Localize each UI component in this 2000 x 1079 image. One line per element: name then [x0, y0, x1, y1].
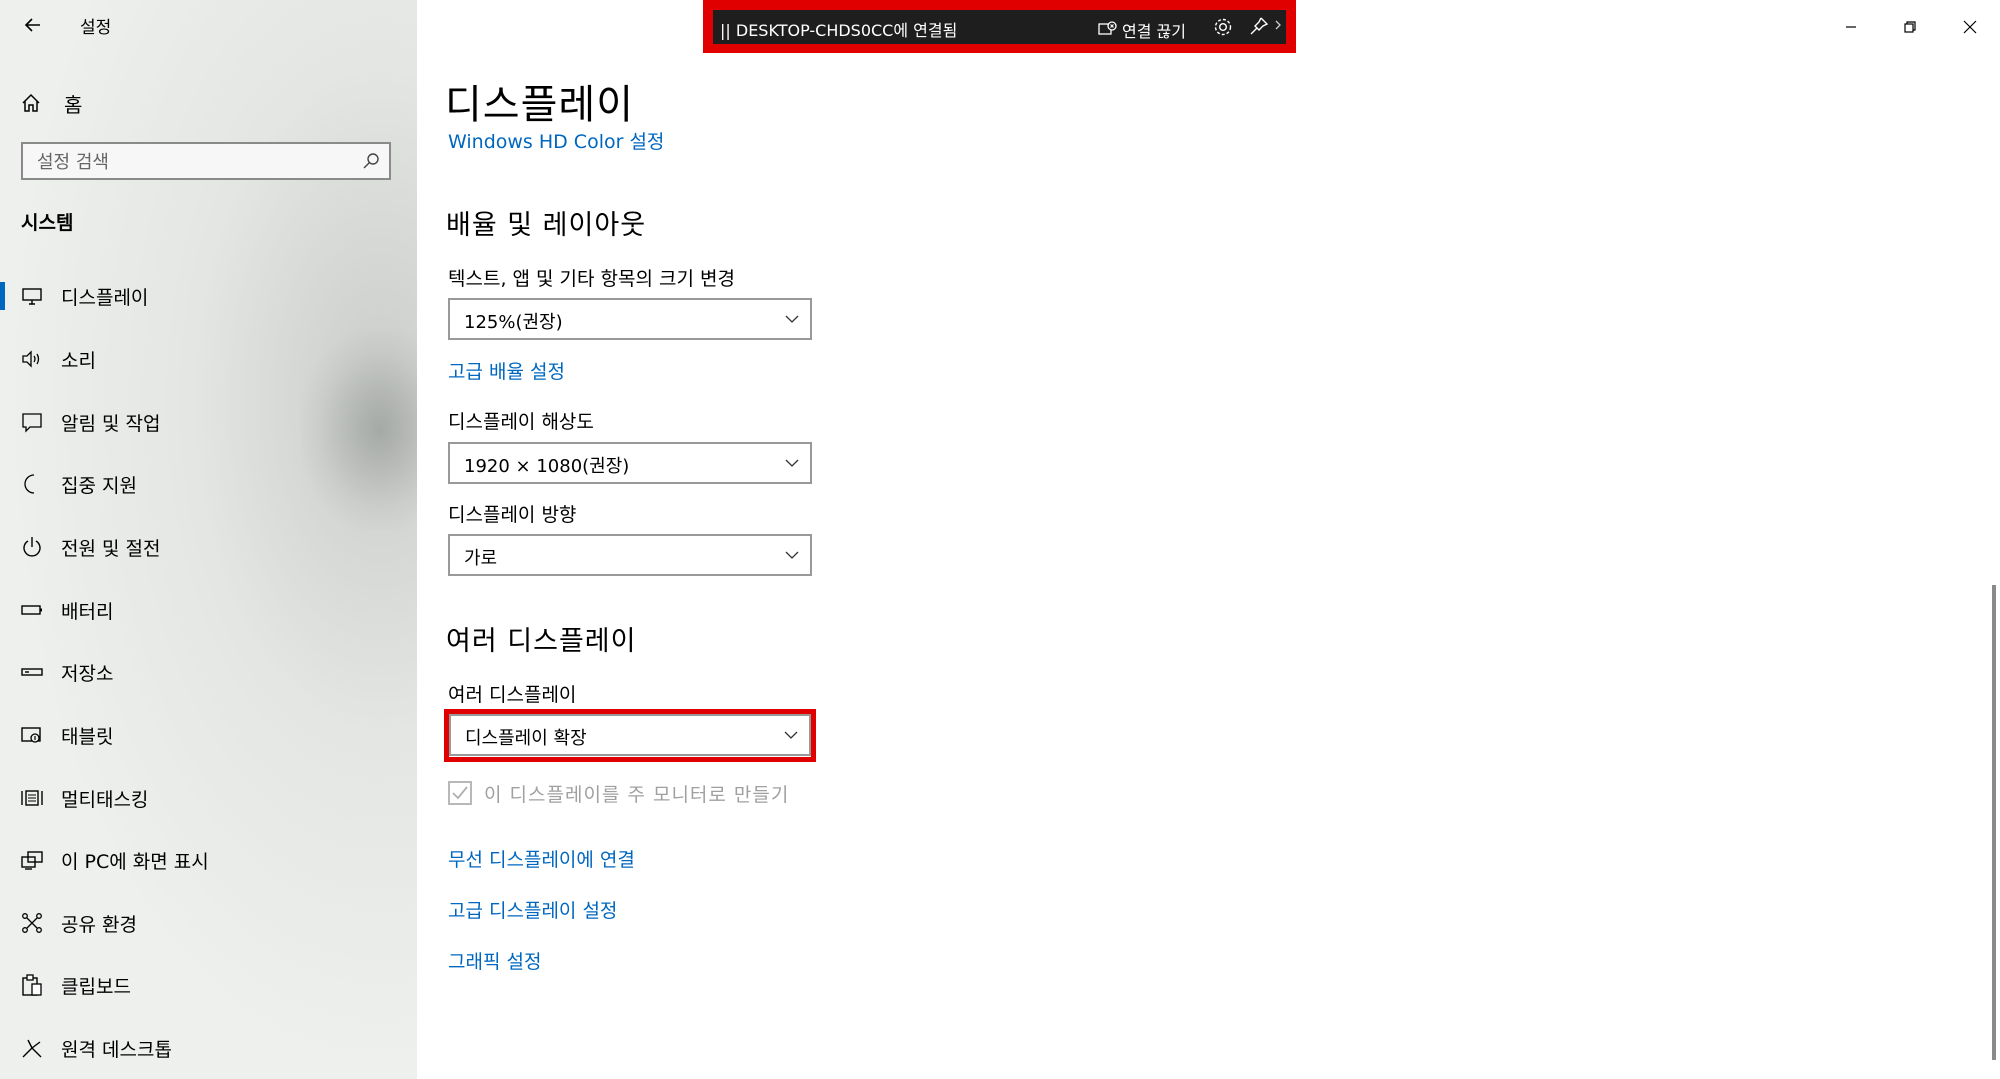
multitasking-icon — [21, 790, 43, 806]
sidebar-item-storage[interactable]: 저장소 — [0, 648, 417, 696]
orientation-value: 가로 — [464, 548, 498, 569]
scale-dropdown[interactable]: 125%(권장) — [448, 298, 812, 340]
remote-desktop-icon — [22, 1039, 42, 1058]
scale-value: 125%(권장) — [464, 312, 563, 333]
hd-color-link[interactable]: Windows HD Color 설정 — [448, 127, 664, 154]
advanced-display-link[interactable]: 고급 디스플레이 설정 — [448, 896, 617, 923]
sidebar: 설정 홈 시스템 디스플레이 소리 알림 및 작업 — [0, 0, 417, 1079]
checkmark-icon — [452, 786, 468, 800]
multiple-displays-value: 디스플레이 확장 — [465, 728, 587, 749]
page-title: 디스플레이 — [445, 82, 634, 128]
sidebar-item-shared-experiences[interactable]: 공유 환경 — [0, 899, 417, 947]
sidebar-item-label: 소리 — [61, 350, 96, 372]
storage-icon — [21, 668, 43, 676]
sidebar-item-power[interactable]: 전원 및 절전 — [0, 523, 417, 571]
scale-layout-heading: 배율 및 레이아웃 — [446, 210, 647, 241]
chevron-down-icon — [784, 731, 798, 739]
resolution-dropdown[interactable]: 1920 × 1080(권장) — [448, 442, 812, 484]
back-button[interactable] — [18, 10, 48, 40]
sidebar-item-multitasking[interactable]: 멀티태스킹 — [0, 774, 417, 822]
chevron-down-icon — [785, 315, 799, 323]
section-title: 시스템 — [21, 212, 74, 234]
chevron-down-icon — [785, 459, 799, 467]
project-icon — [21, 851, 43, 870]
power-icon — [23, 537, 41, 557]
shared-experiences-icon — [22, 913, 42, 933]
sidebar-item-label: 전원 및 절전 — [61, 538, 161, 560]
sidebar-item-remote-desktop[interactable]: 원격 데스크톱 — [0, 1024, 417, 1072]
search-icon — [363, 153, 379, 169]
search-input[interactable] — [23, 144, 359, 180]
orientation-label: 디스플레이 방향 — [448, 504, 577, 526]
sidebar-item-label: 알림 및 작업 — [61, 413, 161, 435]
graphics-settings-link[interactable]: 그래픽 설정 — [448, 947, 541, 974]
sidebar-home[interactable]: 홈 — [20, 85, 82, 121]
moon-icon — [24, 474, 35, 494]
sidebar-item-project[interactable]: 이 PC에 화면 표시 — [0, 836, 417, 884]
main-content: 디스플레이 Windows HD Color 설정 배율 및 레이아웃 텍스트,… — [417, 0, 2000, 1079]
main-display-checkbox[interactable] — [448, 781, 472, 805]
sidebar-item-label: 멀티태스킹 — [61, 789, 149, 811]
sidebar-item-label: 클립보드 — [61, 976, 131, 998]
multiple-displays-heading: 여러 디스플레이 — [446, 626, 637, 657]
sidebar-item-display[interactable]: 디스플레이 — [0, 272, 417, 320]
multiple-displays-dropdown[interactable]: 디스플레이 확장 — [449, 714, 811, 756]
wireless-display-link[interactable]: 무선 디스플레이에 연결 — [448, 845, 635, 872]
battery-icon — [21, 605, 42, 615]
main-display-checkbox-row[interactable]: 이 디스플레이를 주 모니터로 만들기 — [448, 778, 789, 808]
main-display-checkbox-label: 이 디스플레이를 주 모니터로 만들기 — [484, 783, 790, 806]
sidebar-item-label: 집중 지원 — [61, 475, 137, 497]
resolution-label: 디스플레이 해상도 — [448, 411, 594, 433]
home-label: 홈 — [64, 92, 83, 117]
home-icon — [22, 93, 40, 112]
settings-search[interactable] — [21, 142, 391, 180]
clipboard-icon — [22, 974, 42, 996]
scale-label: 텍스트, 앱 및 기타 항목의 크기 변경 — [448, 268, 735, 290]
sidebar-item-label: 저장소 — [61, 663, 114, 685]
sidebar-item-sound[interactable]: 소리 — [0, 335, 417, 383]
tablet-icon — [21, 727, 41, 743]
sidebar-item-label: 이 PC에 화면 표시 — [61, 851, 209, 873]
sidebar-item-focus-assist[interactable]: 집중 지원 — [0, 460, 417, 508]
scrollbar[interactable] — [1992, 585, 1996, 1060]
sidebar-item-label: 공유 환경 — [61, 914, 137, 936]
sidebar-item-label: 배터리 — [61, 601, 114, 623]
sidebar-item-label: 원격 데스크톱 — [61, 1039, 172, 1061]
notification-icon — [22, 413, 42, 433]
speaker-icon — [22, 350, 40, 368]
monitor-icon — [22, 288, 42, 305]
orientation-dropdown[interactable]: 가로 — [448, 534, 812, 576]
multiple-displays-label: 여러 디스플레이 — [448, 684, 577, 706]
sidebar-item-tablet[interactable]: 태블릿 — [0, 711, 417, 759]
sidebar-item-notifications[interactable]: 알림 및 작업 — [0, 398, 417, 446]
advanced-scaling-link[interactable]: 고급 배율 설정 — [448, 357, 565, 384]
back-arrow-icon — [24, 18, 40, 32]
sidebar-item-label: 태블릿 — [61, 726, 114, 748]
app-title: 설정 — [80, 18, 112, 38]
sidebar-item-label: 디스플레이 — [61, 287, 149, 309]
sidebar-item-battery[interactable]: 배터리 — [0, 586, 417, 634]
resolution-value: 1920 × 1080(권장) — [464, 456, 630, 477]
sidebar-item-clipboard[interactable]: 클립보드 — [0, 961, 417, 1009]
chevron-down-icon — [785, 551, 799, 559]
